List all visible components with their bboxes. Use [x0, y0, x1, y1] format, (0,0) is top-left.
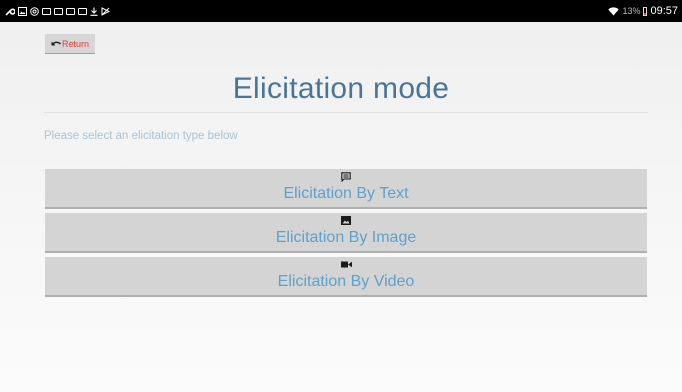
battery-icon — [643, 6, 648, 16]
status-bar: 13% 09:57 — [0, 0, 682, 22]
elicitation-by-text-button[interactable]: Elicitation By Text — [45, 169, 647, 209]
wifi-icon — [608, 6, 620, 16]
image-icon — [341, 216, 351, 226]
battery-level — [644, 12, 647, 15]
wrench-icon — [5, 6, 15, 16]
message-icon — [54, 7, 63, 15]
message-icon — [66, 7, 75, 15]
videocam-icon — [340, 260, 352, 270]
download-icon — [90, 7, 98, 16]
elicitation-by-video-button[interactable]: Elicitation By Video — [45, 257, 647, 297]
page-title: Elicitation mode — [232, 72, 450, 105]
status-icons — [5, 6, 110, 16]
status-right: 13% 09:57 — [608, 5, 678, 17]
undo-arrow-icon — [51, 40, 61, 48]
media-icon — [101, 6, 110, 16]
clock: 09:57 — [650, 5, 678, 17]
at-icon — [30, 6, 39, 16]
option-label: Elicitation By Video — [277, 272, 415, 290]
elicitation-by-image-button[interactable]: Elicitation By Image — [45, 213, 647, 253]
return-label: Return — [61, 38, 89, 49]
battery-percent: 13% — [622, 6, 641, 16]
instruction-text: Please select an elicitation type below — [44, 130, 238, 142]
image-icon — [18, 6, 27, 16]
message-icon — [341, 171, 351, 182]
message-icon — [42, 7, 51, 15]
return-button[interactable]: Return — [45, 34, 95, 54]
option-label: Elicitation By Text — [283, 184, 409, 202]
message-icon — [78, 7, 87, 15]
divider — [44, 112, 648, 113]
option-label: Elicitation By Image — [275, 228, 417, 246]
